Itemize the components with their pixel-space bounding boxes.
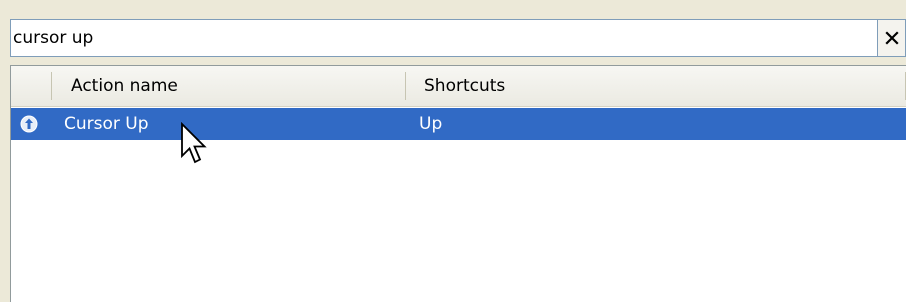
- search-row: [10, 19, 906, 57]
- header-icon-column[interactable]: [11, 66, 51, 106]
- header-shortcuts[interactable]: Shortcuts: [405, 66, 906, 106]
- header-shortcuts-label: Shortcuts: [424, 76, 506, 96]
- search-input[interactable]: [10, 19, 878, 57]
- close-icon: [884, 31, 899, 45]
- actions-table: Action name Shortcuts Cursor Up Up: [10, 65, 906, 302]
- keymap-panel: Action name Shortcuts Cursor Up Up: [0, 0, 906, 302]
- header-action-name[interactable]: Action name: [51, 66, 405, 106]
- header-action-name-label: Action name: [71, 76, 178, 96]
- table-row[interactable]: Cursor Up Up: [11, 108, 906, 140]
- row-action-name: Cursor Up: [64, 114, 149, 134]
- clear-search-button[interactable]: [878, 19, 906, 57]
- table-header: Action name Shortcuts: [11, 66, 906, 107]
- row-shortcut: Up: [419, 114, 443, 134]
- action-icon: [20, 115, 38, 133]
